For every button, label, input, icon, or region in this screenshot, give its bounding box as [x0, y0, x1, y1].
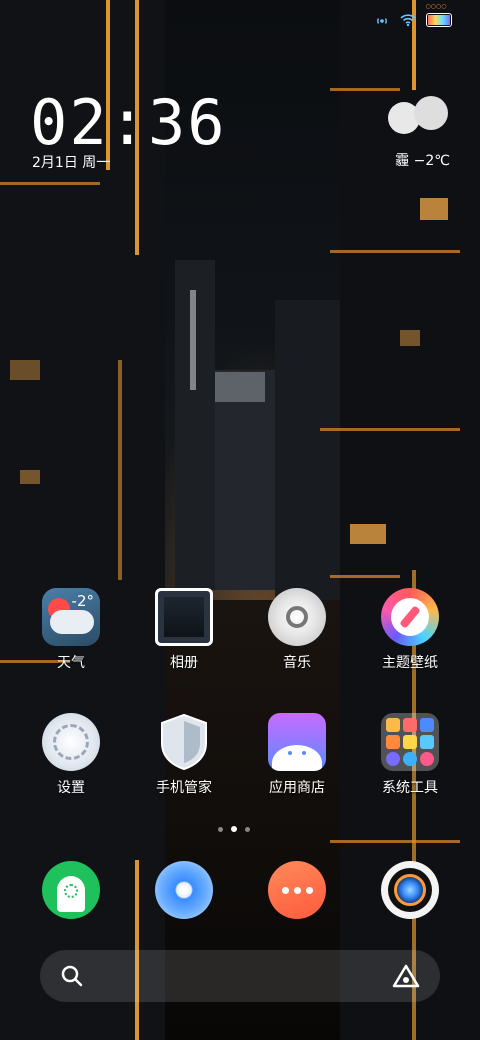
- assistant-icon[interactable]: [392, 964, 420, 992]
- app-phone-manager[interactable]: 手机管家: [134, 713, 234, 797]
- app-store[interactable]: 应用商店: [247, 713, 347, 797]
- wifi-icon: [400, 12, 416, 28]
- battery-label: ○○○○: [425, 3, 447, 10]
- clock-time[interactable]: 02:36: [30, 88, 227, 158]
- page-indicator[interactable]: [218, 826, 250, 832]
- page-dot-active[interactable]: [231, 826, 237, 832]
- camera-icon: [381, 861, 439, 919]
- app-label: 系统工具: [382, 780, 438, 796]
- phone-manager-icon: [155, 713, 213, 771]
- app-label: 音乐: [283, 655, 311, 671]
- dock-phone[interactable]: [21, 861, 121, 919]
- weather-app-icon: -2°: [42, 588, 100, 646]
- app-store-icon: [268, 713, 326, 771]
- search-bar[interactable]: [40, 950, 440, 1002]
- dock-messages[interactable]: [247, 861, 347, 919]
- app-label: 设置: [57, 780, 85, 796]
- music-icon: [268, 588, 326, 646]
- status-bar: [374, 10, 452, 30]
- page-dot[interactable]: [218, 826, 223, 832]
- weather-summary[interactable]: 霾 −2℃: [395, 150, 450, 170]
- system-tools-folder-icon: [381, 713, 439, 771]
- messages-icon: [268, 861, 326, 919]
- weather-badge: -2°: [71, 592, 94, 610]
- haze-icon: [388, 94, 448, 134]
- dock-camera[interactable]: [360, 861, 460, 919]
- gallery-icon: [155, 588, 213, 646]
- weather-temperature: −2℃: [413, 153, 450, 169]
- hotspot-icon: [374, 12, 390, 28]
- phone-icon: [42, 861, 100, 919]
- dock-browser[interactable]: [134, 861, 234, 919]
- app-themes[interactable]: 主题壁纸: [360, 588, 460, 672]
- folder-system-tools[interactable]: 系统工具: [360, 713, 460, 797]
- app-label: 相册: [170, 655, 198, 671]
- page-dot[interactable]: [245, 826, 250, 832]
- search-icon[interactable]: [60, 964, 84, 992]
- weather-condition: 霾: [395, 153, 410, 169]
- battery-icon: [426, 13, 452, 27]
- themes-icon: [381, 588, 439, 646]
- app-weather[interactable]: -2° 天气: [21, 588, 121, 672]
- browser-icon: [155, 861, 213, 919]
- app-label: 应用商店: [269, 780, 325, 796]
- app-gallery[interactable]: 相册: [134, 588, 234, 672]
- app-label: 主题壁纸: [382, 655, 438, 671]
- weather-widget[interactable]: [388, 94, 450, 134]
- settings-icon: [42, 713, 100, 771]
- app-label: 天气: [57, 655, 85, 671]
- app-music[interactable]: 音乐: [247, 588, 347, 672]
- app-settings[interactable]: 设置: [21, 713, 121, 797]
- clock-date[interactable]: 2月1日 周一: [32, 152, 110, 172]
- app-label: 手机管家: [156, 780, 212, 796]
